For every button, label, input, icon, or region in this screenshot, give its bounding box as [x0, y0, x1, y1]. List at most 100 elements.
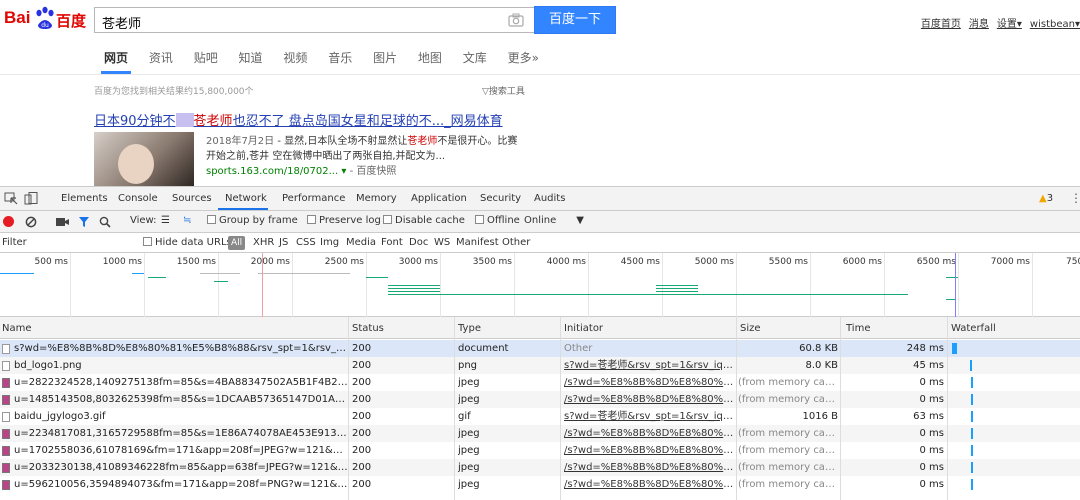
request-size: (from memory cache) [738, 428, 838, 439]
snapshot-link[interactable]: - 百度快照 [346, 166, 397, 177]
tab-elements[interactable]: Elements [61, 193, 108, 204]
filter-type-xhr[interactable]: XHR [253, 237, 274, 248]
tab-images[interactable]: 图片 [373, 49, 397, 66]
col-time[interactable]: Time [846, 323, 870, 334]
request-initiator[interactable]: /s?wd=%E8%8B%8D%E8%80%81%E... [564, 391, 734, 408]
tab-wenku[interactable]: 文库 [463, 49, 487, 66]
baidu-logo[interactable]: Bai du 百度 [4, 6, 88, 34]
tab-news[interactable]: 资讯 [149, 49, 173, 66]
filter-type-other[interactable]: Other [502, 237, 530, 248]
filter-type-doc[interactable]: Doc [409, 237, 428, 248]
camera-icon[interactable] [508, 13, 524, 27]
filter-type-media[interactable]: Media [346, 237, 376, 248]
filter-funnel-icon[interactable] [78, 216, 90, 228]
filter-type-css[interactable]: CSS [296, 237, 316, 248]
tab-zhidao[interactable]: 知道 [239, 49, 263, 66]
filter-type-manifest[interactable]: Manifest [456, 237, 499, 248]
tab-video[interactable]: 视频 [283, 49, 307, 66]
request-size: 1016 B [802, 411, 839, 422]
request-initiator[interactable]: /s?wd=%E8%8B%8D%E8%80%81%E... [564, 459, 734, 476]
checkbox-icon [207, 215, 216, 224]
col-size[interactable]: Size [740, 323, 761, 334]
tab-application[interactable]: Application [411, 193, 467, 204]
disable-cache-toggle[interactable]: Disable cache [383, 215, 465, 226]
request-initiator[interactable]: /s?wd=%E8%8B%8D%E8%80%81%E... [564, 425, 734, 442]
filter-type-ws[interactable]: WS [434, 237, 450, 248]
warnings-count: 3 [1046, 193, 1054, 204]
filter-type-font[interactable]: Font [381, 237, 403, 248]
offline-toggle[interactable]: Offline [475, 215, 520, 226]
tab-console[interactable]: Console [118, 193, 158, 204]
table-row[interactable]: baidu_jgylogo3.gif 200 gif s?wd=苍老师&rsv_spt… [0, 408, 1080, 425]
table-row[interactable]: u=2234817081,3165729588fm=85&s=1E86A7407… [0, 425, 1080, 442]
search-icon[interactable] [99, 216, 111, 228]
hide-data-urls-toggle[interactable]: Hide data URLs [143, 237, 232, 248]
column-divider [840, 317, 841, 500]
col-type[interactable]: Type [458, 323, 481, 334]
filter-input[interactable]: Filter [2, 237, 27, 248]
inspect-element-icon[interactable] [4, 192, 18, 205]
more-options-icon[interactable]: ⋮ [1070, 191, 1080, 205]
requests-table: Name Status Type Initiator Size Time Wat… [0, 317, 1080, 500]
link-user[interactable]: wistbean▾ [1030, 19, 1080, 30]
link-home[interactable]: 百度首页 [921, 19, 961, 30]
request-name: baidu_jgylogo3.gif [14, 411, 106, 422]
tab-sources[interactable]: Sources [172, 193, 212, 204]
group-by-frame-toggle[interactable]: Group by frame [207, 215, 298, 226]
table-row[interactable]: u=596210056,3594894073&fm=171&app=208f=P… [0, 476, 1080, 493]
link-settings[interactable]: 设置▾ [997, 19, 1022, 30]
device-toolbar-icon[interactable] [24, 192, 38, 205]
request-initiator[interactable]: /s?wd=%E8%8B%8D%E8%80%81%E... [564, 442, 734, 459]
request-name: bd_logo1.png [14, 360, 82, 371]
tab-network[interactable]: Network [225, 193, 267, 204]
waterfall-view-icon[interactable]: ≒ [183, 215, 191, 226]
col-waterfall[interactable]: Waterfall [951, 323, 996, 334]
table-row[interactable]: u=2033230138,41089346228fm=85&app=638f=J… [0, 459, 1080, 476]
tab-web[interactable]: 网页 [104, 49, 128, 66]
filter-type-js[interactable]: JS [279, 237, 288, 248]
checkbox-icon [475, 215, 484, 224]
col-name[interactable]: Name [2, 323, 32, 334]
request-initiator[interactable]: s?wd=苍老师&rsv_spt=1&rsv_iqid=0... [564, 357, 734, 374]
overview-bar [258, 273, 350, 274]
tab-more[interactable]: 更多» [508, 49, 539, 66]
throttling-select[interactable]: Online ▼ [524, 215, 584, 226]
column-divider [348, 317, 349, 500]
tab-memory[interactable]: Memory [356, 193, 397, 204]
search-input[interactable]: 苍老师 [94, 7, 534, 33]
table-row[interactable]: u=1485143508,8032625398fm=85&s=1DCAAB573… [0, 391, 1080, 408]
result-title-link[interactable]: 日本90分钟不 苍老师也忍不了 盘点岛国女星和足球的不..._网易体育 [94, 110, 503, 129]
search-button[interactable]: 百度一下 [534, 6, 616, 34]
result-thumbnail[interactable] [94, 132, 194, 186]
table-row[interactable]: u=2822324528,1409275138fm=85&s=4BA883475… [0, 374, 1080, 391]
title-pre: 日本90分钟不 [94, 114, 176, 129]
request-initiator[interactable]: s?wd=苍老师&rsv_spt=1&rsv_iqid=0... [564, 408, 734, 425]
request-initiator[interactable]: /s?wd=%E8%8B%8D%E8%80%81%E... [564, 476, 734, 493]
tab-tieba[interactable]: 贴吧 [194, 49, 218, 66]
search-tools-button[interactable]: ▽搜索工具 [482, 84, 525, 97]
record-icon[interactable] [3, 216, 14, 227]
filter-type-img[interactable]: Img [320, 237, 339, 248]
hide-data-urls-label: Hide data URLs [155, 237, 232, 248]
table-row[interactable]: s?wd=%E8%8B%8D%E8%80%81%E5%B8%88&rsv_spt… [0, 340, 1080, 357]
col-status[interactable]: Status [352, 323, 384, 334]
clear-icon[interactable] [25, 216, 37, 228]
camera-capture-icon[interactable] [56, 217, 69, 227]
table-row[interactable]: u=1702558036,61078169&fm=171&app=208f=JP… [0, 442, 1080, 459]
link-messages[interactable]: 消息 [969, 19, 989, 30]
large-rows-icon[interactable]: ☰ [161, 215, 170, 226]
timeline-overview[interactable]: 500 ms 1000 ms 1500 ms 2000 ms 2500 ms 3… [0, 253, 1080, 317]
tab-security[interactable]: Security [480, 193, 521, 204]
request-status: 200 [352, 360, 372, 371]
filter-type-all[interactable]: All [228, 236, 246, 250]
tab-music[interactable]: 音乐 [328, 49, 352, 66]
warnings-badge[interactable]: ▲3 [1039, 193, 1053, 204]
col-initiator[interactable]: Initiator [564, 323, 603, 334]
tab-map[interactable]: 地图 [418, 49, 442, 66]
tab-audits[interactable]: Audits [534, 193, 565, 204]
preserve-log-toggle[interactable]: Preserve log [307, 215, 381, 226]
request-initiator[interactable]: /s?wd=%E8%8B%8D%E8%80%81%E... [564, 374, 734, 391]
table-row[interactable]: bd_logo1.png 200 png s?wd=苍老师&rsv_spt=1&rsv… [0, 357, 1080, 374]
result-url[interactable]: sports.163.com/18/0702... [206, 166, 338, 177]
tab-performance[interactable]: Performance [282, 193, 345, 204]
